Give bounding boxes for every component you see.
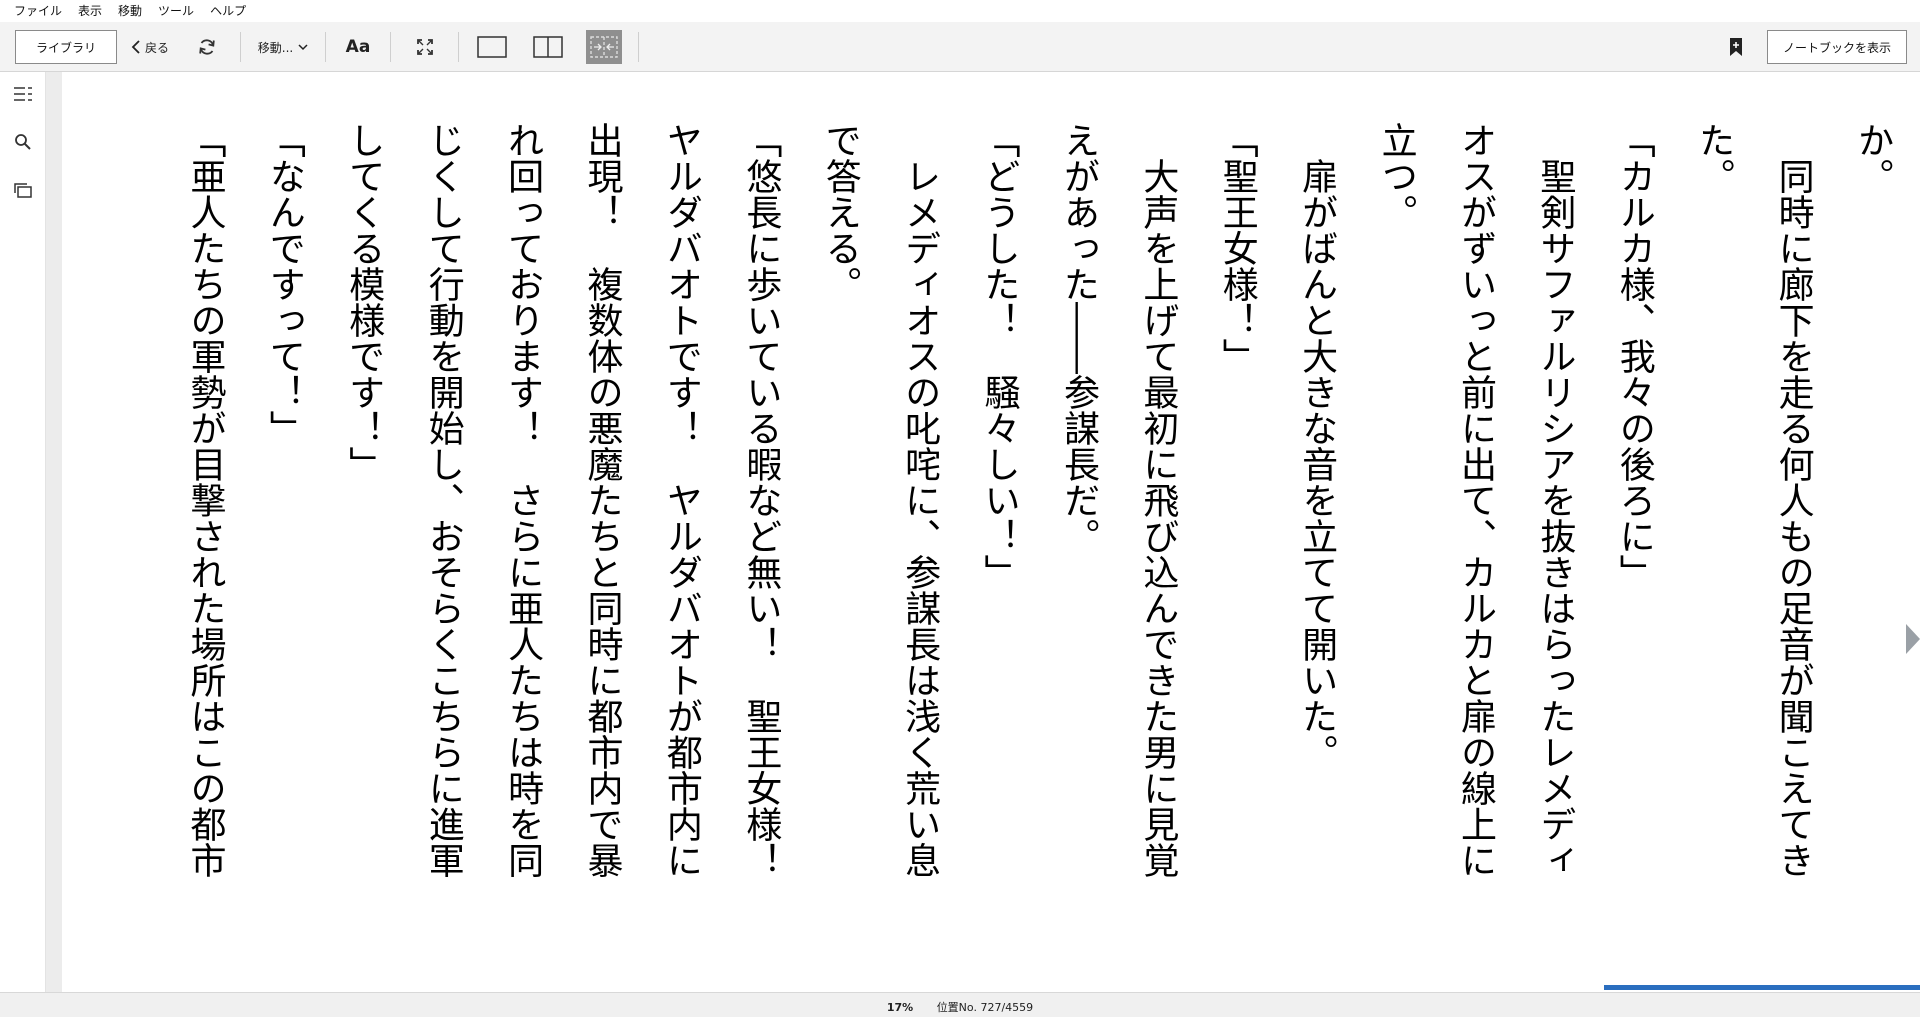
- menu-go[interactable]: 移動: [110, 0, 150, 22]
- menu-help[interactable]: ヘルプ: [202, 0, 254, 22]
- text-column: 「聖王女様！」: [1216, 122, 1258, 374]
- fullscreen-button[interactable]: [408, 30, 442, 64]
- text-column: じくして行動を開始し、おそらくこちらに進軍: [422, 122, 464, 878]
- text-column: 大声を上げて最初に飛び込んできた男に見覚: [1137, 122, 1179, 878]
- back-label: 戻る: [144, 40, 169, 55]
- library-label: ライブラリ: [35, 40, 96, 55]
- left-sidebar: [0, 72, 46, 992]
- back-button[interactable]: 戻る: [126, 30, 174, 64]
- text-column: してくる模様です！」: [343, 122, 385, 482]
- single-column-icon: [477, 36, 507, 58]
- text-column: えがあった――参謀長だ。: [1057, 122, 1099, 554]
- text-column: 出現！ 複数体の悪魔たちと同時に都市内で暴: [581, 122, 623, 878]
- table-of-contents-button[interactable]: [11, 82, 35, 106]
- text-column: 扉がばんと大きな音を立てて開いた。: [1296, 122, 1338, 770]
- font-settings-button[interactable]: Aa: [340, 30, 376, 64]
- table-of-contents-icon: [13, 86, 33, 102]
- show-notebook-label: ノートブックを表示: [1782, 40, 1891, 55]
- library-button[interactable]: ライブラリ: [15, 30, 117, 64]
- text-column: 「亜人たちの軍勢が目撃された場所はこの都市: [184, 122, 226, 878]
- next-page-arrow-icon[interactable]: [1906, 624, 1920, 654]
- goto-dropdown[interactable]: 移動...: [252, 30, 314, 64]
- sidebar-gutter: [46, 72, 62, 992]
- text-column: 「カルカ様、我々の後ろに」: [1613, 122, 1655, 590]
- search-button[interactable]: [11, 130, 35, 154]
- bookmark-button[interactable]: [1724, 30, 1748, 64]
- chevron-down-icon: [298, 43, 308, 51]
- kindle-reader-window: ファイル 表示 移動 ツール ヘルプ ライブラリ 戻る 移動... Aa ノート…: [0, 0, 1920, 1017]
- two-column-icon: [533, 36, 563, 58]
- toolbar-separator: [240, 32, 241, 62]
- font-settings-label: Aa: [345, 37, 371, 57]
- text-column: か。: [1852, 122, 1893, 194]
- goto-label: 移動...: [257, 40, 294, 55]
- two-page-button[interactable]: [530, 30, 566, 64]
- toolbar-separator: [458, 32, 459, 62]
- sync-button[interactable]: [193, 30, 221, 64]
- reading-progress-bar: [62, 985, 1920, 991]
- menu-file[interactable]: ファイル: [6, 0, 70, 22]
- menu-bar: ファイル 表示 移動 ツール ヘルプ: [0, 0, 1920, 22]
- fit-width-icon: [589, 35, 619, 59]
- text-column: 立つ。: [1375, 122, 1417, 230]
- text-column: 「どうした！ 騒々しい！」: [978, 122, 1020, 590]
- text-column: レメディオスの叱咤に、参謀長は浅く荒い息: [899, 122, 941, 878]
- text-column: れ回っております！ さらに亜人たちは時を同: [502, 122, 544, 878]
- text-column: 「悠長に歩いている暇など無い！ 聖王女様！: [740, 122, 782, 878]
- single-page-button[interactable]: [474, 30, 510, 64]
- refresh-icon: [197, 37, 217, 57]
- toolbar-separator: [390, 32, 391, 62]
- text-column: で答える。: [819, 122, 861, 302]
- bookmark-add-icon: [1729, 37, 1743, 57]
- reading-progress-fill: [1604, 985, 1920, 990]
- chevron-left-icon: [131, 40, 141, 54]
- text-column: 「なんですって！」: [263, 122, 305, 446]
- search-icon: [14, 133, 32, 151]
- expand-icon: [416, 38, 434, 56]
- location-readout: 位置No. 727/4559: [936, 1001, 1034, 1014]
- text-column: た。: [1693, 122, 1735, 194]
- stacked-cards-icon: [14, 182, 32, 198]
- toolbar-separator: [638, 32, 639, 62]
- text-column: 聖剣サファルリシアを抜きはらったレメディ: [1534, 122, 1576, 878]
- book-page-text: か。 同時に廊下を走る何人もの足音が聞こえてき た。 「カルカ様、我々の後ろに」 聖…: [112, 122, 1912, 982]
- flashcards-button[interactable]: [11, 178, 35, 202]
- toolbar-separator: [325, 32, 326, 62]
- menu-tools[interactable]: ツール: [150, 0, 202, 22]
- text-column: オスがずいっと前に出て、カルカと扉の線上に: [1454, 122, 1496, 878]
- fit-width-button[interactable]: [586, 30, 622, 64]
- status-bar: 17% 位置No. 727/4559: [0, 992, 1920, 1017]
- text-column: ヤルダバオトです！ ヤルダバオトが都市内に: [660, 122, 702, 878]
- reading-area[interactable]: か。 同時に廊下を走る何人もの足音が聞こえてき た。 「カルカ様、我々の後ろに」 聖…: [62, 72, 1920, 987]
- show-notebook-button[interactable]: ノートブックを表示: [1767, 30, 1907, 64]
- menu-view[interactable]: 表示: [70, 0, 110, 22]
- progress-percent: 17%: [886, 1001, 914, 1014]
- text-column: 同時に廊下を走る何人もの足音が聞こえてき: [1772, 122, 1814, 878]
- toolbar: ライブラリ 戻る 移動... Aa ノートブックを表示: [0, 22, 1920, 72]
